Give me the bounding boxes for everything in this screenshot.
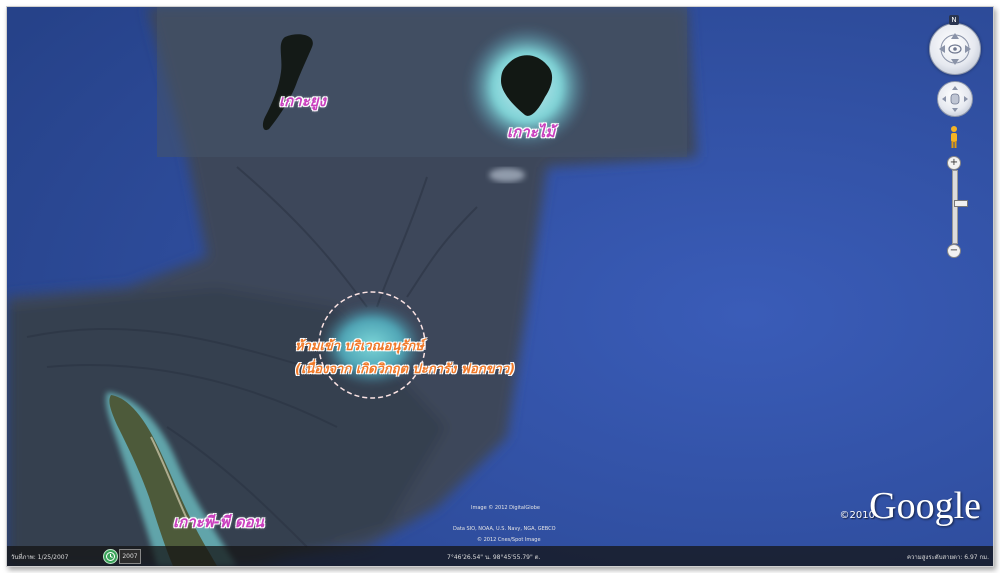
imagery-year-button[interactable]: 2007 (119, 549, 141, 564)
hand-pan-icon (942, 86, 968, 112)
status-bar: วันที่ภาพ: 1/25/2007 2007 7°46'26.54" น.… (7, 546, 993, 566)
eye-altitude: ความสูงระดับสายตา: 6.97 กม. (907, 554, 989, 561)
north-indicator[interactable]: N (949, 15, 959, 25)
zoom-in-button[interactable]: + (947, 156, 961, 170)
label-koh-yung: เกาะยูง (279, 92, 326, 110)
label-koh-mai: เกาะไม้ (507, 123, 556, 141)
clock-icon (106, 552, 115, 561)
zoom-thumb[interactable] (954, 200, 968, 207)
credit-line3: © 2012 Cnes/Spot Image (477, 537, 541, 543)
satellite-map[interactable] (7, 7, 993, 566)
site-label-line1: ห้ามเข้า บริเวณอนุรักษ์ (295, 339, 424, 354)
label-koh-phi-phi-don: เกาะพี-พี ดอน (173, 513, 264, 531)
compass-ring[interactable] (929, 23, 981, 75)
imagery-date: วันที่ภาพ: 1/25/2007 (11, 554, 69, 561)
credit-line1: Image © 2012 DigitalGlobe (471, 505, 540, 511)
google-logo: Google (869, 485, 981, 527)
look-arrows-icon (939, 33, 971, 65)
credit-line2: Data SIO, NOAA, U.S. Navy, NGA, GEBCO (453, 526, 556, 532)
foam-patch (489, 168, 525, 182)
zoom-track[interactable] (952, 170, 968, 244)
upper-tile (157, 7, 687, 157)
coordinates: 7°46'26.54" น. 98°45'55.79" ต. (447, 554, 541, 561)
historical-imagery-button[interactable] (103, 549, 118, 564)
pegman-icon[interactable] (948, 125, 960, 149)
zoom-slider[interactable]: + − (947, 156, 968, 258)
zoom-out-button[interactable]: − (947, 244, 961, 258)
move-control[interactable] (937, 81, 973, 117)
site-label-line2: (เนื่องจาก เกิดวิกฤต ปะการัง ฟอกขาว) (295, 362, 516, 377)
map-frame: เกาะยูง เกาะไม้ เกาะพี-พี ดอน ห้ามเข้า บ… (6, 6, 994, 567)
